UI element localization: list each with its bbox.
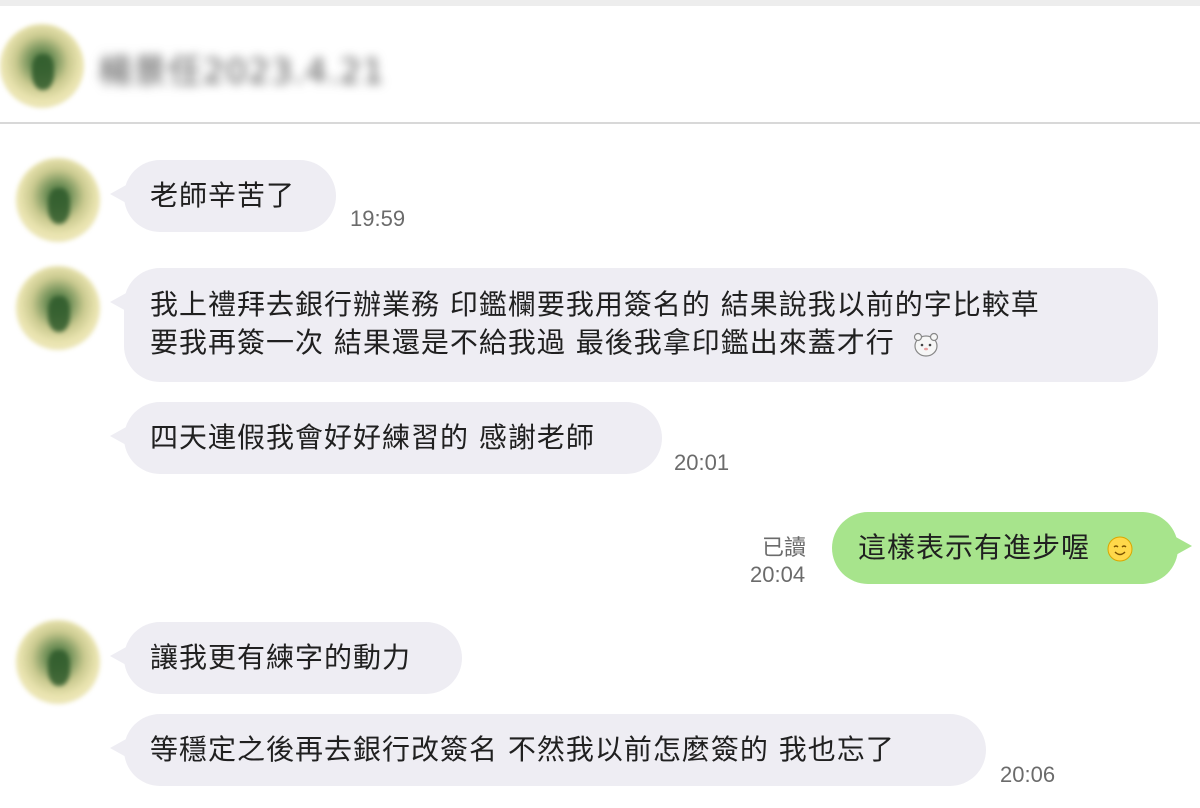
message-text: 四天連假我會好好練習的 感謝老師: [150, 421, 595, 454]
contact-avatar[interactable]: [0, 24, 84, 108]
message-bubble-outgoing[interactable]: 這樣表示有進步喔: [832, 512, 1192, 584]
smile-emoji-icon: [1107, 536, 1133, 562]
sender-avatar[interactable]: [16, 266, 100, 350]
message-text-line: 我上禮拜去銀行辦業務 印鑑欄要我用簽名的 結果說我以前的字比較草: [150, 288, 1040, 321]
contact-name[interactable]: 楊景任2023.4.21: [98, 44, 385, 93]
message-time: 20:06: [1000, 762, 1056, 787]
message-text: 老師辛苦了: [150, 179, 296, 212]
sender-avatar[interactable]: [16, 158, 100, 242]
bear-sticker-icon: [913, 332, 938, 357]
chat-header: 楊景任2023.4.21: [0, 6, 1200, 124]
message-bubble[interactable]: 我上禮拜去銀行辦業務 印鑑欄要我用簽名的 結果說我以前的字比較草 要我再簽一次 …: [110, 268, 1158, 382]
read-receipt: 已讀: [762, 536, 807, 561]
message-bubble[interactable]: 讓我更有練字的動力: [110, 622, 462, 694]
message-text-line: 要我再簽一次 結果還是不給我過 最後我拿印鑑出來蓋才行: [150, 326, 895, 359]
sender-avatar[interactable]: [16, 620, 100, 704]
message-time: 19:59: [350, 206, 406, 231]
message-time: 20:01: [674, 450, 730, 475]
message-bubble[interactable]: 老師辛苦了: [110, 160, 336, 232]
message-text: 等穩定之後再去銀行改簽名 不然我以前怎麼簽的 我也忘了: [150, 733, 895, 766]
message-text: 這樣表示有進步喔: [858, 531, 1091, 564]
message-bubble[interactable]: 四天連假我會好好練習的 感謝老師: [110, 402, 662, 474]
message-time: 20:04: [750, 562, 806, 587]
message-bubble[interactable]: 等穩定之後再去銀行改簽名 不然我以前怎麼簽的 我也忘了: [110, 714, 986, 786]
message-text: 讓我更有練字的動力: [150, 641, 412, 674]
